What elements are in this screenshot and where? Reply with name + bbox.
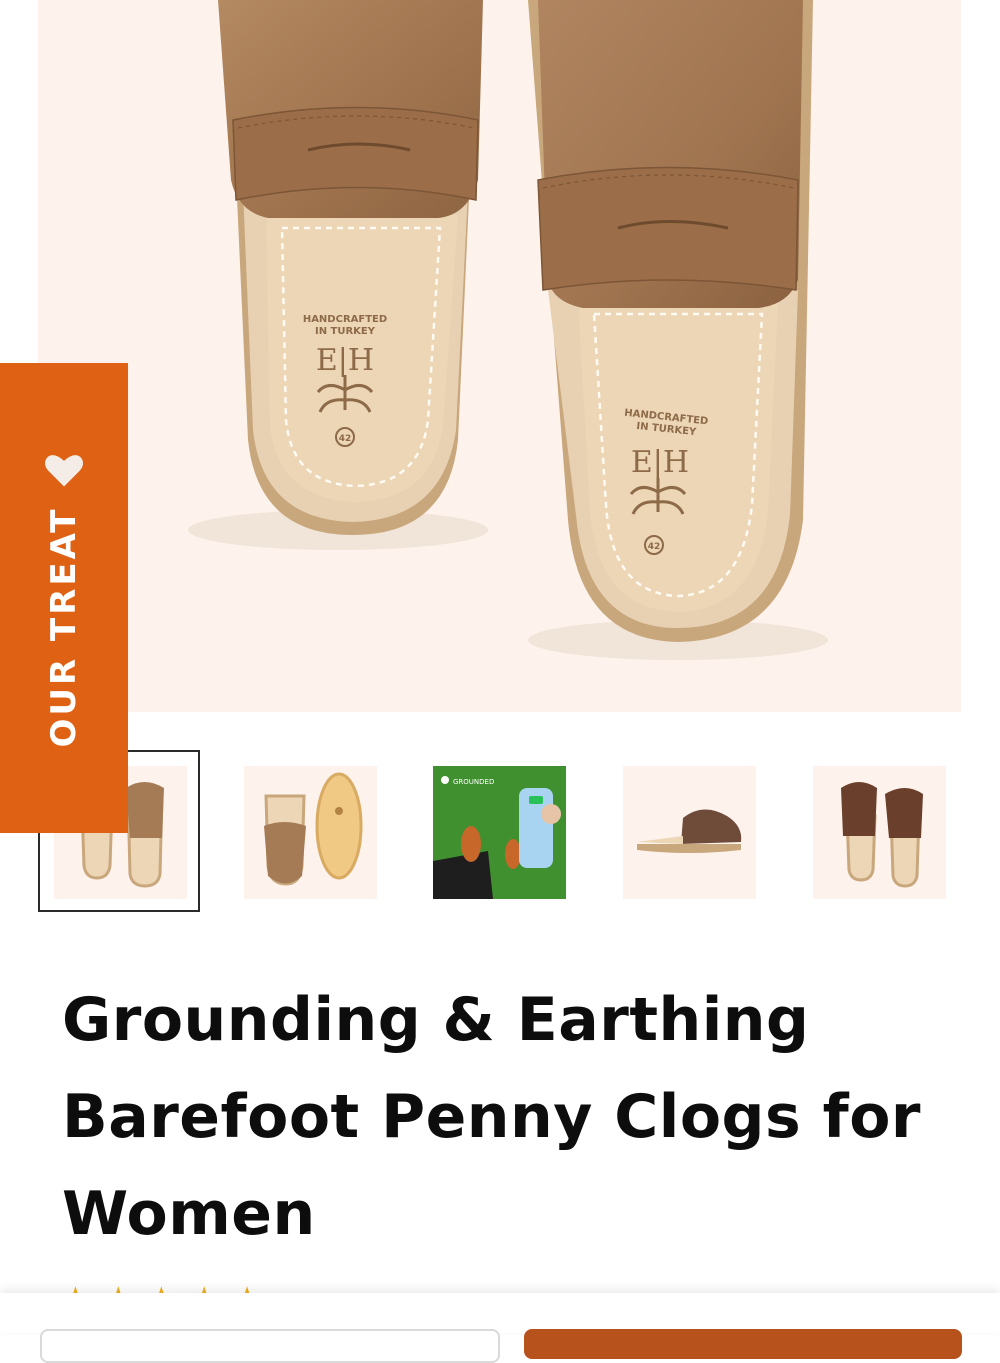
thumb-dark-brown-image: [841, 782, 923, 888]
heart-icon: [44, 455, 84, 487]
right-clog: HANDCRAFTED IN TURKEY E|H 42: [528, 0, 813, 642]
thumb-side-view-image: [637, 809, 742, 853]
thumb-side-sole-image: [264, 772, 363, 886]
thumbnail-gallery: GROUNDED: [0, 750, 1000, 915]
svg-text:IN TURKEY: IN TURKEY: [315, 326, 376, 337]
thumbnail-side-sole-view[interactable]: [244, 766, 377, 899]
sticky-bottom-bar: [0, 1293, 1000, 1363]
primary-action-button[interactable]: [524, 1329, 962, 1359]
product-title: Grounding & Earthing Barefoot Penny Clog…: [62, 985, 922, 1249]
svg-text:GROUNDED: GROUNDED: [453, 778, 494, 786]
our-treat-label: OUR TREAT: [44, 506, 84, 748]
secondary-action-button[interactable]: [40, 1329, 500, 1363]
svg-text:HANDCRAFTED: HANDCRAFTED: [303, 314, 387, 325]
thumb-grounded-image: GROUNDED: [433, 766, 566, 899]
product-main-image[interactable]: HANDCRAFTED IN TURKEY E|H 42 HANDCRAFTED…: [38, 0, 961, 712]
svg-text:42: 42: [339, 434, 352, 444]
svg-text:E|H: E|H: [631, 445, 689, 480]
left-clog: HANDCRAFTED IN TURKEY E|H 42: [218, 0, 483, 535]
thumbnail-dark-brown[interactable]: [813, 766, 946, 899]
svg-text:E|H: E|H: [316, 343, 374, 378]
our-treat-tab[interactable]: OUR TREAT: [0, 363, 128, 833]
thumbnail-side-view[interactable]: [623, 766, 756, 899]
clogs-photo: HANDCRAFTED IN TURKEY E|H 42 HANDCRAFTED…: [188, 0, 828, 660]
our-treat-tab-content: OUR TREAT: [34, 363, 94, 833]
svg-text:42: 42: [648, 542, 661, 552]
thumbnail-grounded-test[interactable]: GROUNDED: [433, 766, 566, 899]
